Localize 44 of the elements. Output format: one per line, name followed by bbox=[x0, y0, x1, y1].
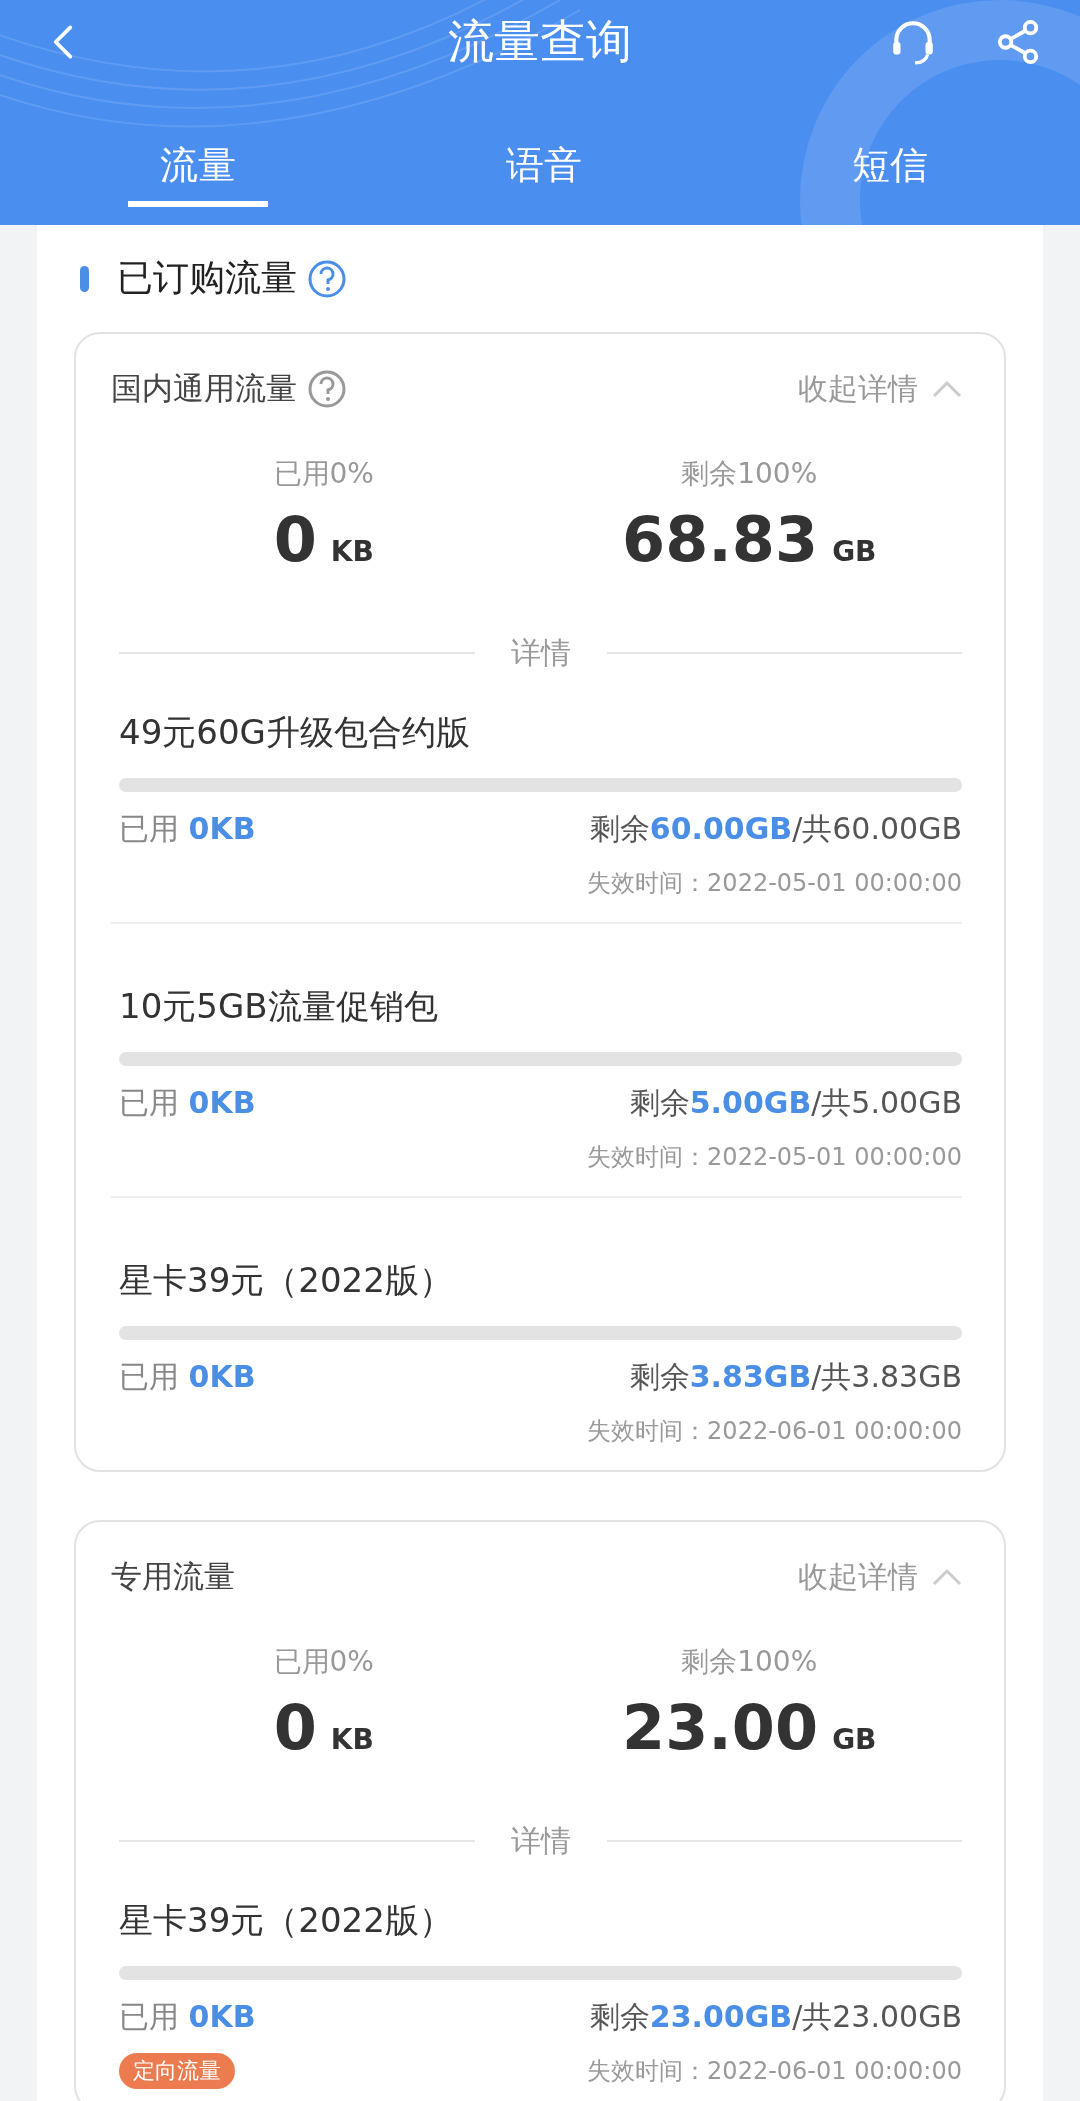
card-title: 专用流量 bbox=[111, 1557, 235, 1596]
remaining-amount: 剩余5.00GB/共5.00GB bbox=[629, 1083, 962, 1122]
stat-label: 已用0% bbox=[273, 1644, 374, 1680]
collapse-link[interactable]: 收起详情 bbox=[798, 1556, 918, 1598]
expiry-time: 失效时间：2022-05-01 00:00:00 bbox=[587, 1142, 962, 1173]
stat-value: 0 bbox=[273, 1690, 317, 1766]
expiry-time: 失效时间：2022-05-01 00:00:00 bbox=[587, 868, 962, 899]
divider-label: 详情 bbox=[510, 1821, 571, 1860]
stat-value: 68.83 bbox=[622, 502, 819, 578]
section-title: 已订购流量 bbox=[117, 256, 297, 300]
stat-label: 剩余100% bbox=[681, 1644, 818, 1680]
expiry-time: 失效时间：2022-06-01 00:00:00 bbox=[587, 2056, 962, 2087]
package-name: 星卡39元（2022版） bbox=[119, 1259, 454, 1302]
back-icon[interactable] bbox=[52, 23, 74, 61]
tab[interactable]: 语音 bbox=[474, 140, 614, 207]
tab[interactable]: 流量 bbox=[128, 140, 268, 207]
used-amount: 已用 0KB bbox=[119, 1357, 256, 1396]
stat-unit: GB bbox=[832, 534, 877, 570]
expiry-time: 失效时间：2022-06-01 00:00:00 bbox=[587, 1416, 962, 1447]
remaining-amount: 剩余3.83GB/共3.83GB bbox=[629, 1357, 962, 1396]
page-title: 流量查询 bbox=[447, 13, 633, 70]
tab[interactable]: 短信 bbox=[820, 140, 960, 207]
help-icon[interactable] bbox=[307, 369, 347, 409]
card-title: 国内通用流量 bbox=[111, 369, 297, 408]
divider-label: 详情 bbox=[510, 633, 571, 672]
stat-unit: KB bbox=[330, 1722, 374, 1758]
stat-value: 23.00 bbox=[622, 1690, 819, 1766]
package-name: 49元60G升级包合约版 bbox=[119, 711, 471, 754]
section-marker bbox=[80, 265, 89, 292]
tag-badge: 定向流量 bbox=[119, 2053, 235, 2089]
stat-label: 剩余100% bbox=[681, 456, 818, 492]
package-name: 星卡39元（2022版） bbox=[119, 1899, 454, 1942]
stat-unit: GB bbox=[832, 1722, 877, 1758]
stat-value: 0 bbox=[273, 502, 317, 578]
stat-unit: KB bbox=[330, 534, 374, 570]
help-icon[interactable] bbox=[307, 258, 347, 299]
remaining-amount: 剩余60.00GB/共60.00GB bbox=[589, 809, 962, 848]
remaining-amount: 剩余23.00GB/共23.00GB bbox=[589, 1997, 962, 2036]
package-name: 10元5GB流量促销包 bbox=[119, 985, 439, 1028]
used-amount: 已用 0KB bbox=[119, 1083, 256, 1122]
used-amount: 已用 0KB bbox=[119, 1997, 256, 2036]
stat-label: 已用0% bbox=[273, 456, 374, 492]
collapse-link[interactable]: 收起详情 bbox=[798, 368, 918, 410]
used-amount: 已用 0KB bbox=[119, 809, 256, 848]
